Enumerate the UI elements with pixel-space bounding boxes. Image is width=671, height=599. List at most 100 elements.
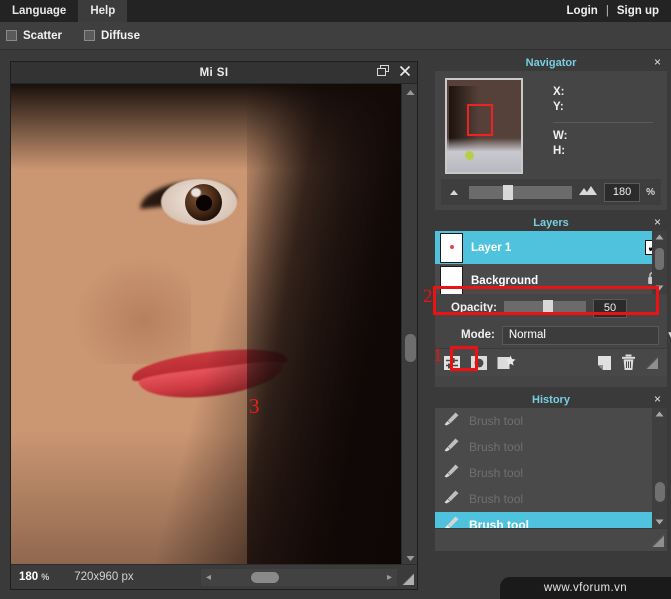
layers-scroll-thumb[interactable] xyxy=(655,248,664,270)
list-item[interactable]: Brush tool xyxy=(435,408,667,434)
canvas-horizontal-scrollbar[interactable]: ◂ ▸ xyxy=(201,569,397,586)
scroll-left-arrow[interactable]: ◂ xyxy=(206,572,211,583)
scroll-up-arrow[interactable] xyxy=(402,84,418,100)
layers-scroll-up-arrow[interactable] xyxy=(652,231,667,243)
status-zoom-value: 180 xyxy=(19,571,39,583)
restore-window-icon[interactable] xyxy=(377,64,390,82)
duplicate-layer-button[interactable] xyxy=(597,355,612,371)
layers-toolbar xyxy=(435,348,667,376)
history-panel: History × Brush tool Brush tool Brush to… xyxy=(435,391,667,551)
scatter-checkbox[interactable] xyxy=(6,30,17,41)
layers-body: Layer 1 ✔ Background xyxy=(423,231,671,387)
document-window: Mi SI 3 180 % 720x960 px ◂ ▸ xyxy=(10,61,418,590)
close-icon[interactable] xyxy=(399,64,411,82)
status-dimensions: 720x960 px xyxy=(74,571,134,583)
layer-row[interactable]: Layer 1 ✔ xyxy=(435,231,667,264)
annotation-2: 2 xyxy=(423,286,433,307)
zoom-out-mountain-icon[interactable] xyxy=(447,183,463,201)
brush-tool-icon xyxy=(443,437,460,457)
layer-list: Layer 1 ✔ Background xyxy=(435,231,667,294)
diffuse-checkbox-group[interactable]: Diffuse xyxy=(84,30,140,42)
history-footer xyxy=(435,528,667,551)
history-title: History xyxy=(532,393,570,406)
add-layer-button[interactable] xyxy=(497,355,516,371)
layers-panel: Layers × Layer 1 ✔ Background xyxy=(423,214,671,387)
navigator-close-icon[interactable]: × xyxy=(654,55,661,70)
menu-bar: Language Help Login | Sign up xyxy=(0,0,671,22)
diffuse-checkbox[interactable] xyxy=(84,30,95,41)
blend-mode-row: Mode: Normal ▼ xyxy=(435,322,671,348)
history-header: History × xyxy=(435,391,667,408)
canvas-vertical-scrollbar[interactable] xyxy=(401,84,417,566)
history-scroll-thumb[interactable] xyxy=(655,482,665,502)
brush-tool-icon xyxy=(443,411,460,431)
history-scrollbar[interactable] xyxy=(652,408,667,528)
history-close-icon[interactable]: × xyxy=(654,392,661,407)
history-scroll-up-arrow[interactable] xyxy=(652,408,667,420)
auth-separator: | xyxy=(605,5,609,17)
list-item[interactable]: Brush tool xyxy=(435,512,667,528)
layer-mask-button[interactable] xyxy=(470,355,488,371)
brush-tool-icon xyxy=(443,515,460,528)
opacity-slider[interactable] xyxy=(504,300,587,315)
layers-scrollbar[interactable] xyxy=(652,231,667,294)
delete-layer-button[interactable] xyxy=(621,354,636,371)
history-item-label: Brush tool xyxy=(469,414,524,428)
document-window-buttons xyxy=(377,62,411,84)
opacity-value-input[interactable]: 50 xyxy=(593,298,628,318)
canvas-image[interactable] xyxy=(11,84,401,566)
blend-mode-value: Normal xyxy=(508,329,546,341)
menu-item-help[interactable]: Help xyxy=(78,0,128,22)
navigator-title: Navigator xyxy=(525,56,577,69)
layers-close-icon[interactable]: × xyxy=(654,215,661,230)
annotation-3: 3 xyxy=(249,394,260,418)
signup-link[interactable]: Sign up xyxy=(617,5,659,17)
menu-item-language[interactable]: Language xyxy=(0,0,78,22)
zoom-in-mountain-icon[interactable] xyxy=(578,183,598,201)
navigator-zoom-slider[interactable] xyxy=(469,184,573,200)
brush-tool-icon xyxy=(443,489,460,509)
opacity-slider-thumb[interactable] xyxy=(542,300,553,315)
layer-settings-button[interactable] xyxy=(443,355,461,371)
navigator-body: X: Y: W: H: 180 % xyxy=(435,71,667,210)
navigator-zoom-bar: 180 % xyxy=(441,179,661,205)
document-resize-grip-icon[interactable] xyxy=(401,572,415,586)
layer-row[interactable]: Background xyxy=(435,264,667,294)
list-item[interactable]: Brush tool xyxy=(435,434,667,460)
layers-scroll-down-arrow[interactable] xyxy=(652,282,667,294)
right-dock: Navigator × X: Y: W: H: 180 % Layers × L… xyxy=(423,50,671,599)
navigator-viewport-rect[interactable] xyxy=(467,104,493,136)
brush-tool-icon xyxy=(443,463,460,483)
history-item-label: Brush tool xyxy=(469,466,524,480)
vertical-scroll-thumb[interactable] xyxy=(405,334,416,362)
history-scroll-down-arrow[interactable] xyxy=(652,516,667,528)
layers-resize-grip-icon[interactable] xyxy=(645,356,659,370)
history-item-label: Brush tool xyxy=(469,440,524,454)
layer-name: Background xyxy=(471,274,539,287)
history-item-label: Brush tool xyxy=(469,492,524,506)
navigator-h-row: H: xyxy=(553,145,566,157)
list-item[interactable]: Brush tool xyxy=(435,486,667,512)
workspace: Mi SI 3 180 % 720x960 px ◂ ▸ xyxy=(0,50,431,599)
opacity-label: Opacity: xyxy=(451,302,498,314)
horizontal-scroll-thumb[interactable] xyxy=(251,572,279,583)
history-resize-grip-icon[interactable] xyxy=(651,534,665,548)
navigator-preview-shirt xyxy=(447,138,521,172)
navigator-preview-badge xyxy=(465,151,474,160)
navigator-zoom-slider-thumb[interactable] xyxy=(503,184,514,200)
scroll-right-arrow[interactable]: ▸ xyxy=(387,572,392,583)
scatter-label: Scatter xyxy=(23,29,62,42)
blend-mode-select[interactable]: Normal ▼ xyxy=(501,325,671,345)
document-title-bar[interactable]: Mi SI xyxy=(11,62,417,84)
tool-options-bar: Scatter Diffuse xyxy=(0,22,671,50)
navigator-thumbnail[interactable] xyxy=(445,78,523,174)
chevron-down-icon[interactable]: ▼ xyxy=(666,330,671,341)
history-item-label: Brush tool xyxy=(469,518,529,528)
navigator-zoom-value[interactable]: 180 xyxy=(604,182,641,202)
scatter-checkbox-group[interactable]: Scatter xyxy=(6,30,62,42)
watermark: www.vforum.vn xyxy=(500,577,671,599)
navigator-y-row: Y: xyxy=(553,101,564,113)
canvas-area[interactable]: 3 xyxy=(11,84,417,566)
login-link[interactable]: Login xyxy=(567,5,598,17)
list-item[interactable]: Brush tool xyxy=(435,460,667,486)
